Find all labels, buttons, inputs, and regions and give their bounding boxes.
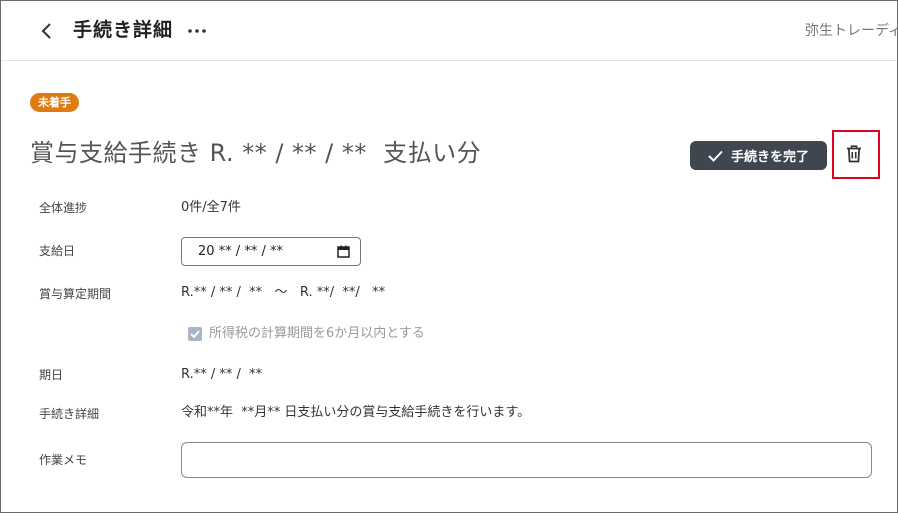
complete-procedure-button[interactable]: 手続きを完了 [690, 141, 827, 170]
pay-date-value: 20 ** / ** / ** [198, 244, 283, 259]
memo-label: 作業メモ [39, 453, 88, 467]
detail-value: 令和**年 **月** 日支払い分の賞与支給手続きを行います。 [181, 405, 531, 420]
calendar-icon[interactable] [336, 245, 350, 259]
progress-value: 0件/全7件 [181, 200, 241, 215]
page-title: 賞与支給手続き R. ** / ** / ** 支払い分 [30, 139, 482, 167]
check-icon [708, 150, 723, 162]
pay-date-label: 支給日 [39, 244, 76, 258]
trash-icon [847, 145, 861, 163]
pay-date-input[interactable]: 20 ** / ** / ** [181, 237, 361, 266]
more-options-button[interactable] [186, 19, 208, 43]
calc-period-label: 賞与算定期間 [39, 287, 112, 301]
six-month-checkbox-row: 所得税の計算期間を6か月以内とする [188, 325, 425, 343]
company-name: 弥生トレーディング [805, 23, 897, 39]
memo-input[interactable] [181, 442, 872, 478]
detail-label: 手続き詳細 [39, 407, 100, 421]
six-month-checkbox[interactable] [188, 327, 202, 341]
deadline-value: R.** / ** / ** [181, 367, 263, 382]
complete-button-label: 手続きを完了 [730, 150, 809, 165]
calc-period-value: R.** / ** / ** ～ R. **/ **/ ** [181, 285, 386, 300]
checkbox-check-icon [190, 330, 200, 338]
status-badge: 未着手 [30, 93, 79, 112]
six-month-checkbox-label: 所得税の計算期間を6か月以内とする [209, 326, 425, 341]
deadline-label: 期日 [39, 368, 64, 382]
progress-label: 全体進捗 [39, 201, 88, 215]
header-bar: 手続き詳細 弥生トレーディング [1, 1, 897, 61]
chevron-left-icon [41, 23, 51, 39]
delete-button[interactable] [839, 139, 869, 169]
back-button[interactable] [35, 19, 59, 43]
more-horizontal-icon [188, 29, 206, 33]
header-title: 手続き詳細 [73, 19, 174, 41]
app-window: 手続き詳細 弥生トレーディング 未着手 賞与支給手続き R. ** / ** /… [0, 0, 898, 513]
